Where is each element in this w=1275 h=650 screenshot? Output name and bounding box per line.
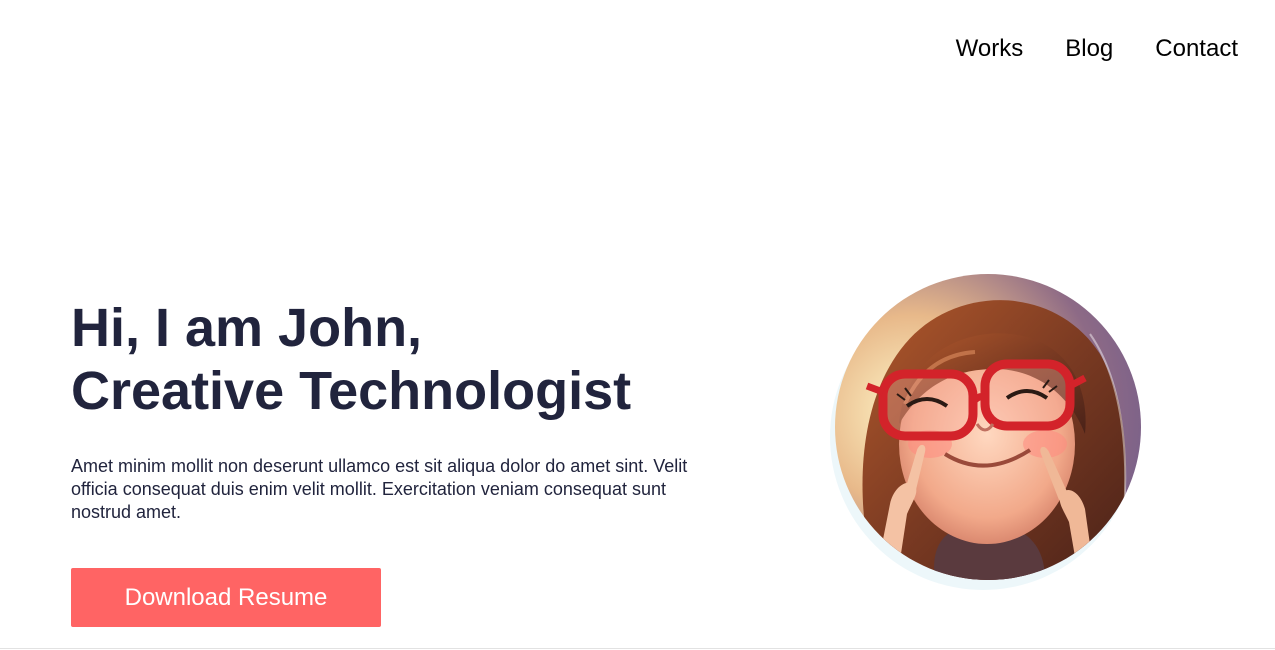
bottom-divider [0, 648, 1275, 649]
hero-description: Amet minim mollit non deserunt ullamco e… [71, 456, 688, 522]
nav-item-blog[interactable]: Blog [1065, 34, 1113, 64]
main-nav: Works Blog Contact [956, 34, 1238, 64]
hero-section: Hi, I am John, Creative Technologist Ame… [71, 297, 691, 522]
avatar [835, 274, 1141, 580]
avatar-illustration-icon [835, 274, 1141, 580]
hero-title-line-1: Hi, I am John, [71, 298, 423, 358]
nav-item-works[interactable]: Works [956, 34, 1024, 64]
nav-item-contact[interactable]: Contact [1155, 34, 1238, 64]
hero-title-line-2: Creative Technologist [71, 361, 632, 421]
hero-title: Hi, I am John, Creative Technologist [71, 297, 691, 423]
download-resume-button[interactable]: Download Resume [71, 568, 381, 627]
avatar-container [830, 274, 1142, 594]
